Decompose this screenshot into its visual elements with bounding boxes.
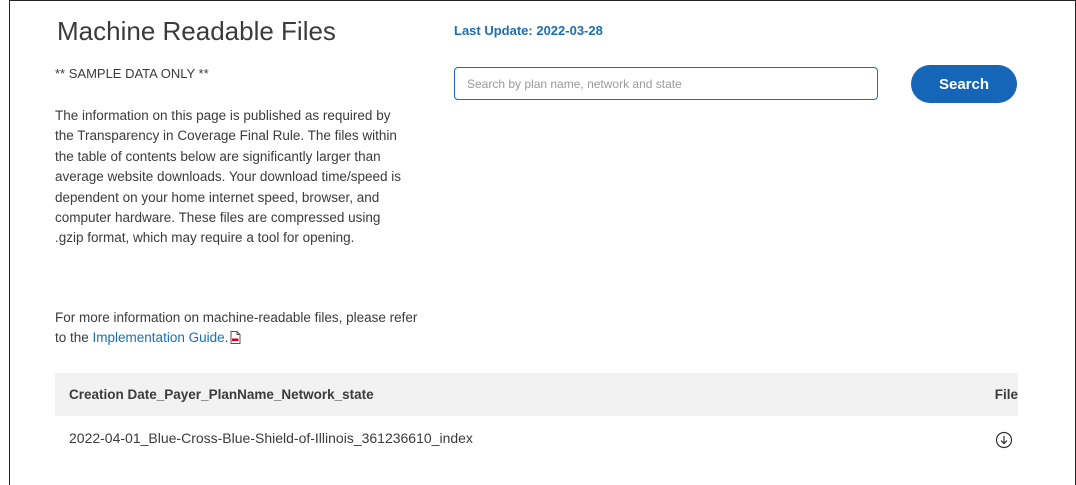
pdf-icon[interactable]	[230, 330, 241, 350]
file-name-cell: 2022-04-01_Blue-Cross-Blue-Shield-of-Ill…	[69, 430, 473, 446]
column-header-file: File	[994, 387, 1018, 402]
more-info-paragraph: For more information on machine-readable…	[55, 308, 425, 351]
search-button[interactable]: Search	[911, 65, 1017, 103]
page-title: Machine Readable Files	[57, 16, 336, 46]
download-icon[interactable]	[995, 431, 1013, 449]
search-input[interactable]	[454, 67, 878, 100]
sample-data-notice: ** SAMPLE DATA ONLY **	[55, 66, 209, 81]
files-table: Creation Date_Payer_PlanName_Network_sta…	[55, 373, 1018, 460]
table-row: 2022-04-01_Blue-Cross-Blue-Shield-of-Ill…	[55, 416, 1018, 460]
table-header: Creation Date_Payer_PlanName_Network_sta…	[55, 373, 1018, 416]
implementation-guide-link[interactable]: Implementation Guide	[93, 330, 225, 345]
last-update-label: Last Update: 2022-03-28	[454, 23, 603, 38]
column-header-name: Creation Date_Payer_PlanName_Network_sta…	[69, 387, 374, 402]
page-frame: Machine Readable Files Last Update: 2022…	[9, 0, 1076, 485]
info-paragraph: The information on this page is publishe…	[55, 108, 401, 246]
more-info-suffix: .	[224, 330, 229, 346]
